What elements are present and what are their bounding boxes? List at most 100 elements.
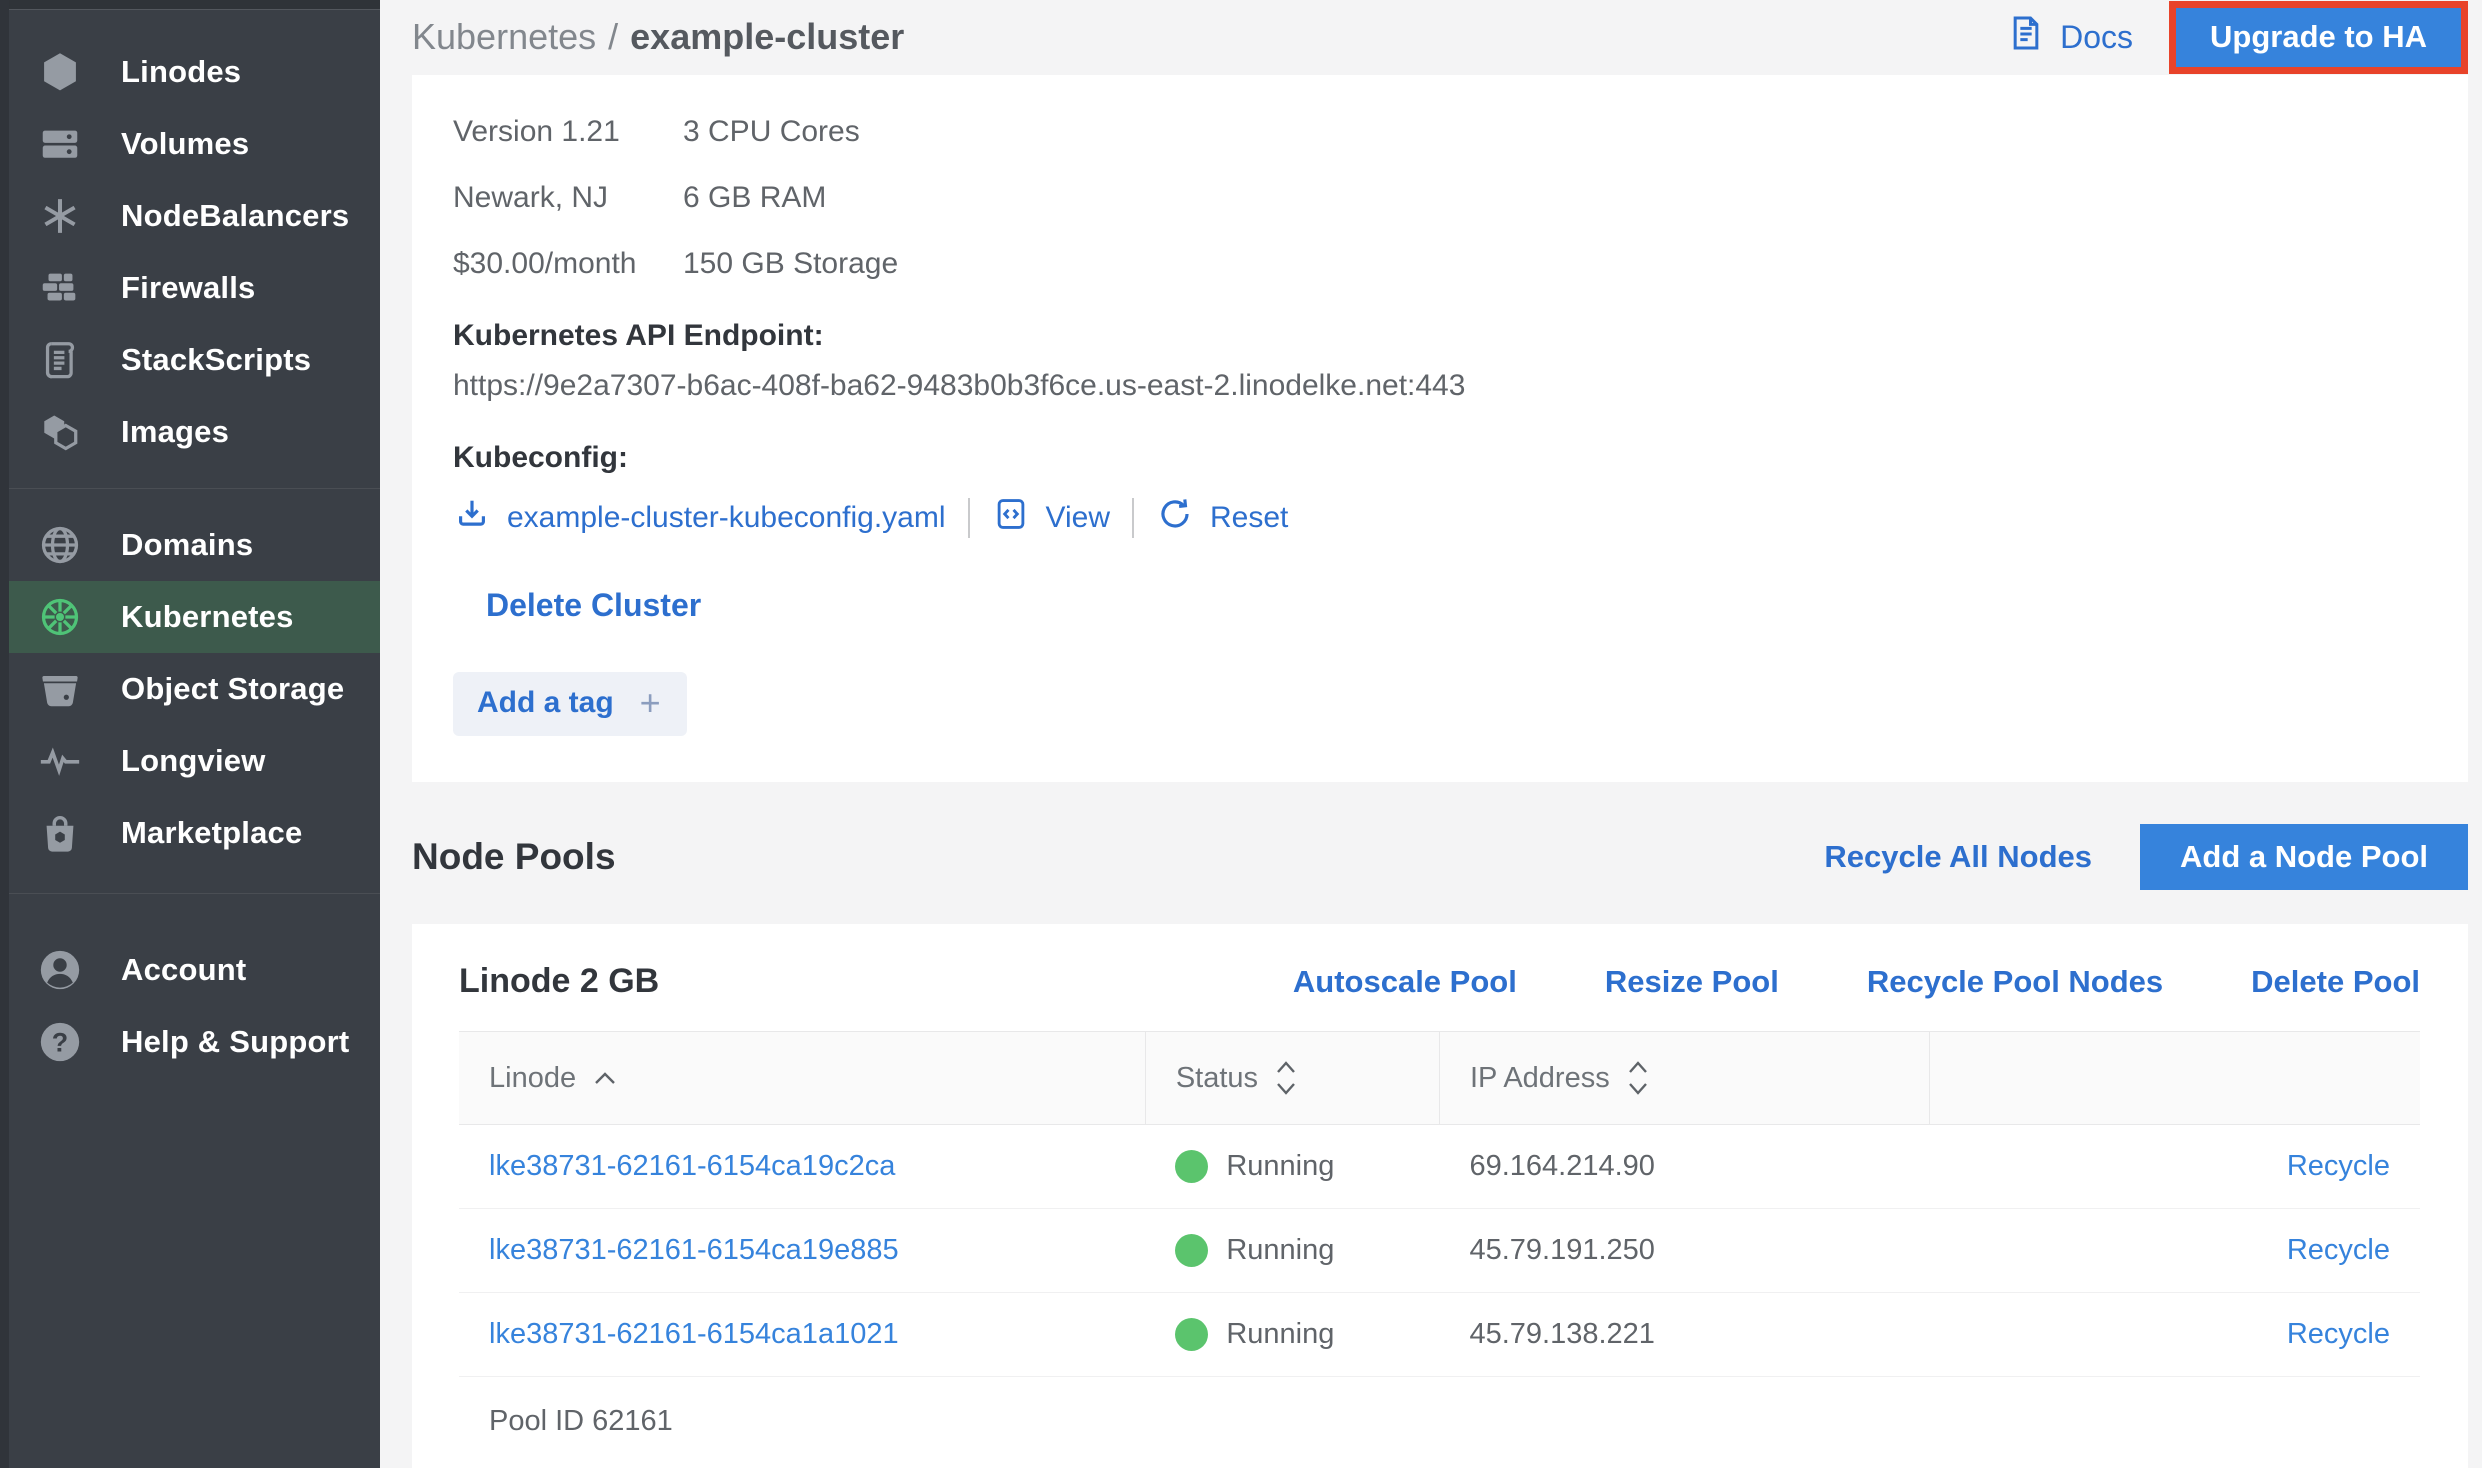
sidebar-item-firewalls[interactable]: Firewalls [9, 252, 380, 324]
kubeconfig-reset-link[interactable]: Reset [1156, 495, 1288, 541]
breadcrumb-kubernetes[interactable]: Kubernetes [412, 16, 596, 58]
recycle-all-nodes-link[interactable]: Recycle All Nodes [1824, 839, 2092, 875]
sidebar-item-label: Help & Support [121, 1024, 349, 1060]
node-ip: 45.79.138.221 [1439, 1293, 1929, 1377]
view-label: View [1046, 501, 1110, 535]
download-icon [453, 495, 491, 541]
reset-label: Reset [1210, 501, 1288, 535]
page-header: Kubernetes / example-cluster Docs Upgrad… [412, 0, 2468, 75]
plus-icon: + [640, 685, 661, 721]
sidebar-item-volumes[interactable]: Volumes [9, 108, 380, 180]
account-icon [35, 945, 85, 995]
column-header-linode[interactable]: Linode [489, 1062, 1115, 1095]
node-pools-title: Node Pools [412, 836, 616, 878]
nodes-table: Linode Status [459, 1031, 2420, 1468]
recycle-pool-nodes-link[interactable]: Recycle Pool Nodes [1867, 964, 2163, 1000]
docs-link[interactable]: Docs [2006, 13, 2133, 61]
node-link[interactable]: lke38731-62161-6154ca19e885 [489, 1234, 899, 1266]
status-label: Running [1226, 1318, 1334, 1351]
sidebar-item-kubernetes[interactable]: Kubernetes [9, 581, 380, 653]
kubeconfig-view-link[interactable]: View [992, 495, 1110, 541]
breadcrumb-cluster-name: example-cluster [630, 16, 904, 58]
sidebar-item-longview[interactable]: Longview [9, 725, 380, 797]
object-storage-icon [35, 664, 85, 714]
upgrade-ha-highlight: Upgrade to HA [2169, 1, 2468, 73]
table-row: lke38731-62161-6154ca1a1021 Running 45.7… [459, 1293, 2420, 1377]
svg-text:?: ? [52, 1028, 68, 1058]
sidebar-item-label: Volumes [121, 126, 249, 162]
sidebar-item-label: Images [121, 414, 229, 450]
delete-cluster-link[interactable]: Delete Cluster [486, 587, 701, 624]
help-icon: ? [35, 1017, 85, 1067]
cluster-summary-card: Version 1.21 3 CPU Cores Newark, NJ 6 GB… [412, 75, 2468, 782]
sort-both-icon [1626, 1058, 1650, 1098]
kubernetes-icon [35, 592, 85, 642]
kubeconfig-download-link[interactable]: example-cluster-kubeconfig.yaml [453, 495, 946, 541]
docs-icon [2006, 13, 2046, 61]
status-running-dot [1175, 1234, 1208, 1267]
resize-pool-link[interactable]: Resize Pool [1605, 964, 1779, 1000]
breadcrumb: Kubernetes / example-cluster [412, 16, 904, 58]
upgrade-to-ha-button[interactable]: Upgrade to HA [2176, 8, 2461, 66]
status-running-dot [1175, 1318, 1208, 1351]
pool-id-row: Pool ID 62161 [459, 1377, 2420, 1468]
sidebar-divider [9, 488, 380, 489]
cluster-storage: 150 GB Storage [683, 247, 2428, 281]
delete-pool-link[interactable]: Delete Pool [2251, 964, 2420, 1000]
pool-head: Linode 2 GB Autoscale Pool Resize Pool R… [459, 962, 2420, 1001]
recycle-node-link[interactable]: Recycle [2287, 1234, 2390, 1266]
view-code-icon [992, 495, 1030, 541]
autoscale-pool-link[interactable]: Autoscale Pool [1293, 964, 1517, 1000]
sidebar-item-label: Kubernetes [121, 599, 294, 635]
column-header-actions [1930, 1032, 2420, 1125]
recycle-node-link[interactable]: Recycle [2287, 1318, 2390, 1350]
images-icon [35, 407, 85, 457]
cluster-region: Newark, NJ [453, 181, 683, 215]
node-link[interactable]: lke38731-62161-6154ca19c2ca [489, 1150, 895, 1182]
sidebar-item-label: Longview [121, 743, 266, 779]
sidebar-item-stackscripts[interactable]: StackScripts [9, 324, 380, 396]
sidebar-item-nodebalancers[interactable]: NodeBalancers [9, 180, 380, 252]
nodebalancers-icon [35, 191, 85, 241]
pool-id: Pool ID 62161 [459, 1377, 2420, 1468]
column-header-status[interactable]: Status [1176, 1058, 1409, 1098]
sort-both-icon [1274, 1058, 1298, 1098]
node-link[interactable]: lke38731-62161-6154ca1a1021 [489, 1318, 899, 1350]
divider [1132, 498, 1134, 538]
breadcrumb-separator: / [608, 16, 618, 58]
add-node-pool-button[interactable]: Add a Node Pool [2140, 824, 2468, 890]
docs-label: Docs [2060, 19, 2133, 56]
sidebar-divider [9, 893, 380, 894]
api-endpoint-url: https://9e2a7307-b6ac-408f-ba62-9483b0b3… [453, 369, 2428, 403]
add-tag-button[interactable]: Add a tag + [453, 672, 687, 736]
firewalls-icon [35, 263, 85, 313]
status-running-dot [1175, 1150, 1208, 1183]
column-header-ip-address[interactable]: IP Address [1470, 1058, 1899, 1098]
sidebar-item-help-support[interactable]: ? Help & Support [9, 1006, 380, 1078]
sidebar-item-label: Firewalls [121, 270, 255, 306]
status-label: Running [1226, 1234, 1334, 1267]
sidebar-item-account[interactable]: Account [9, 934, 380, 1006]
sidebar-item-label: Account [121, 952, 246, 988]
sidebar-item-domains[interactable]: Domains [9, 509, 380, 581]
stackscripts-icon [35, 335, 85, 385]
divider [968, 498, 970, 538]
sidebar-item-linodes[interactable]: Linodes [9, 36, 380, 108]
domains-icon [35, 520, 85, 570]
sidebar-item-marketplace[interactable]: Marketplace [9, 797, 380, 869]
node-pool-card: Linode 2 GB Autoscale Pool Resize Pool R… [412, 924, 2468, 1468]
sidebar-item-label: Linodes [121, 54, 241, 90]
cluster-price: $30.00/month [453, 247, 683, 281]
sidebar-item-label: Marketplace [121, 815, 302, 851]
sidebar-item-label: NodeBalancers [121, 198, 349, 234]
sidebar-item-object-storage[interactable]: Object Storage [9, 653, 380, 725]
node-ip: 69.164.214.90 [1439, 1125, 1929, 1209]
sidebar-item-images[interactable]: Images [9, 396, 380, 468]
linode-icon [35, 47, 85, 97]
table-row: lke38731-62161-6154ca19e885 Running 45.7… [459, 1209, 2420, 1293]
status-label: Running [1226, 1150, 1334, 1183]
recycle-node-link[interactable]: Recycle [2287, 1150, 2390, 1182]
kubeconfig-actions: example-cluster-kubeconfig.yaml View Res… [453, 495, 2428, 541]
volumes-icon [35, 119, 85, 169]
sidebar-item-label: Domains [121, 527, 253, 563]
